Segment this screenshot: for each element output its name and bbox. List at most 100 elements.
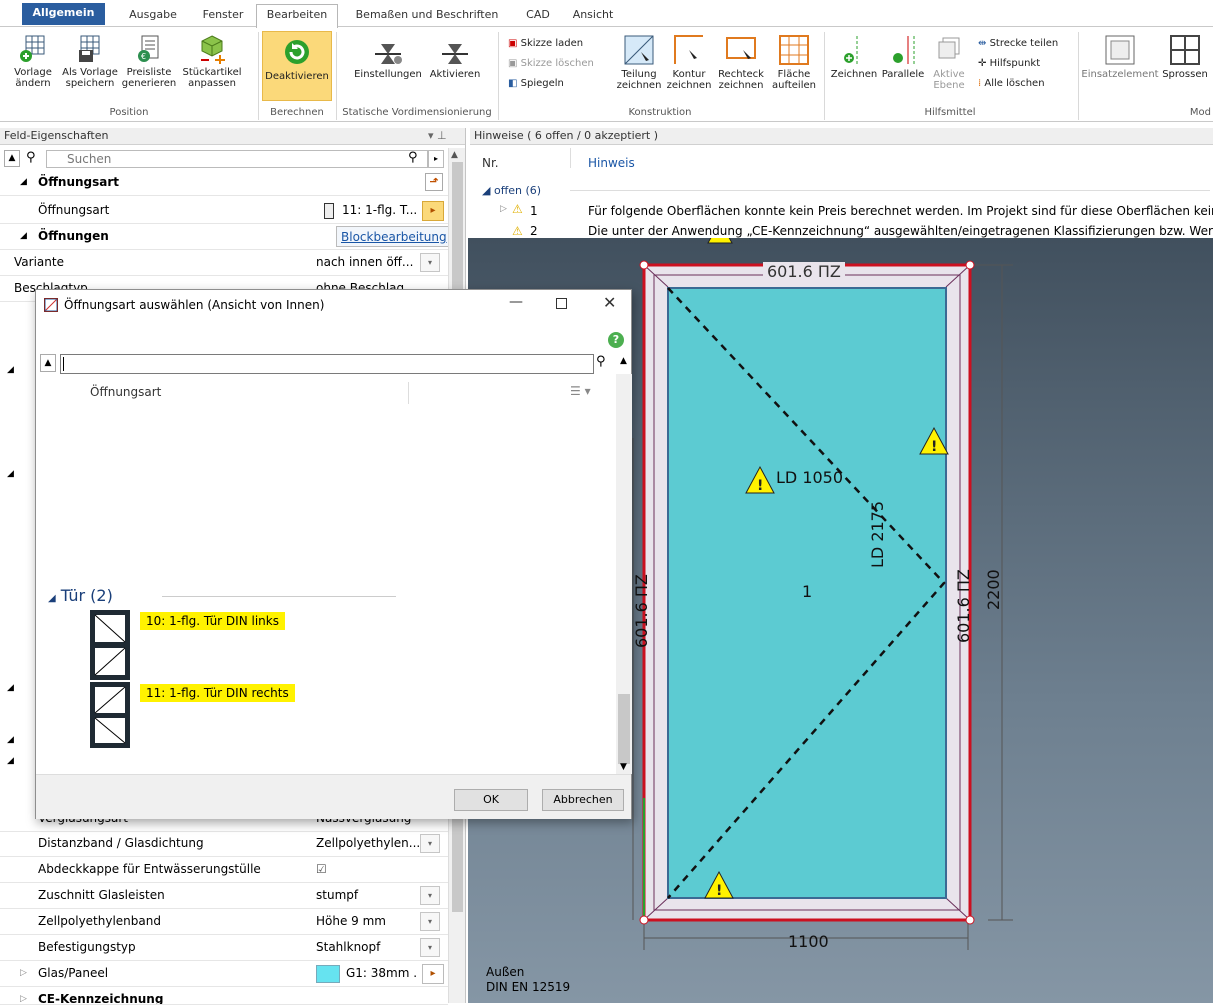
row-zellpolyethylenband: Zellpolyethylenband Höhe 9 mm ▾ [0,909,448,935]
expand-arrow-icon[interactable]: ◢ [7,365,14,375]
skizze-laden-button[interactable]: ▣ Skizze laden [508,38,598,49]
preisliste-generieren-button[interactable]: € Preisliste generieren [120,34,178,89]
group-tuer[interactable]: ◢ Tür (2) [48,586,113,605]
corner-node [965,260,975,270]
dropdown-button[interactable]: ▾ [420,938,440,957]
zeichnen-button[interactable]: Zeichnen [830,34,878,80]
blockbearbeitung-link[interactable]: Blockbearbeitung [336,226,452,247]
scroll-thumb[interactable] [618,694,630,764]
deaktivieren-button[interactable]: Deaktivieren [262,31,332,101]
column-header-nr[interactable]: Nr. [482,156,499,170]
minimize-button[interactable]: — [509,294,523,310]
category-ce[interactable]: ▷ CE-Kennzeichnung [0,987,448,1005]
column-header[interactable]: Öffnungsart [90,385,161,399]
hints-panel: Hinweise ( 6 offen / 0 akzeptiert ) Nr. … [470,128,1213,238]
static-activate-icon [442,44,468,64]
collapse-all-button[interactable]: ▲ [4,150,20,167]
list-item-selected[interactable]: 11: 1-flg. Tür DIN rechts [140,684,295,702]
filter-icon[interactable]: ⚲ [26,150,36,166]
door-left-thumb[interactable] [90,610,130,680]
scrollbar[interactable]: ▼ [616,374,632,774]
expand-arrow-icon[interactable]: ◢ [7,469,14,479]
picker-button[interactable]: ▸ [422,964,444,984]
mirror-icon: ◧ [508,78,518,89]
checkbox[interactable]: ☑ [316,857,420,882]
collapse-all-button[interactable]: ▲ [40,354,56,372]
picker-button[interactable]: ▸ [422,201,444,221]
view-options-icon[interactable]: ☰ ▾ [570,384,591,398]
tab-bearbeiten[interactable]: Bearbeiten [256,4,338,28]
door-right-thumb[interactable] [90,682,130,748]
cancel-button[interactable]: Abbrechen [542,789,624,811]
scroll-up-icon[interactable]: ▲ [620,356,627,366]
parallele-button[interactable]: Parallele [878,34,928,80]
list-item[interactable]: 10: 1-flg. Tür DIN links [140,612,285,630]
label-line: Stückartikel [182,67,242,78]
close-button[interactable]: ✕ [603,293,616,312]
vorlage-aendern-button[interactable]: Vorlage ändern [4,34,62,89]
flaeche-aufteilen-button[interactable]: Fläche aufteilen [768,34,820,91]
maximize-button[interactable] [556,298,567,309]
expand-arrow-icon[interactable]: ◢ [7,756,14,766]
tab-ausgabe[interactable]: Ausgabe [118,5,188,27]
kontur-zeichnen-button[interactable]: Kontur zeichnen [664,34,714,91]
search-icon[interactable]: ⚲ [408,150,418,165]
strecke-teilen-button[interactable]: ⇹ Strecke teilen [978,38,1078,49]
row-label: Variante [14,255,64,269]
spiegeln-button[interactable]: ◧ Spiegeln [508,78,598,89]
teilung-zeichnen-button[interactable]: Teilung zeichnen [614,34,664,91]
als-vorlage-speichern-button[interactable]: Als Vorlage speichern [62,34,118,89]
column-header-hinweis[interactable]: Hinweis [588,156,635,170]
tab-bemassen[interactable]: Bemaßen und Beschriften [348,5,506,27]
group-offen[interactable]: ◢ offen (6) [482,184,541,197]
alle-loeschen-button[interactable]: ⁞ Alle löschen [978,78,1078,89]
tab-cad[interactable]: CAD [516,5,560,27]
dropdown-button[interactable]: ▾ [420,253,440,272]
group-label-hilfsmittel: Hilfsmittel [924,107,976,118]
dropdown-button[interactable]: ▾ [420,886,440,905]
sprossen-button[interactable]: Sprossen [1160,34,1210,80]
tab-fenster[interactable]: Fenster [192,5,254,27]
label-line: Aktivieren [429,69,481,80]
row-distanzband: Distanzband / Glasdichtung Zellpolyethyl… [0,831,448,857]
search-next-button[interactable]: ▸ [428,150,444,168]
dialog-search-input[interactable] [60,354,594,374]
row-value: 11: 1-flg. T... [342,203,418,217]
category-oeffnungen[interactable]: ◢ Öffnungen Blockbearbeitung [0,224,452,250]
search-input[interactable]: Suchen [46,150,428,168]
rechteck-zeichnen-button[interactable]: Rechteck zeichnen [714,34,768,91]
collapse-arrow-icon[interactable]: ▷ [20,961,27,986]
skizze-loeschen-button[interactable]: ▣ Skizze löschen [508,58,603,69]
hint-row[interactable]: ⚠ 2 Die unter der Anwendung „CE-Kennzeic… [500,224,1213,238]
search-icon[interactable]: ⚲ [596,354,606,369]
help-icon[interactable]: ? [608,332,624,348]
svg-text:!: ! [757,478,763,494]
reset-icon[interactable]: ⬏ [425,173,443,191]
hilfspunkt-button[interactable]: ✛ Hilfspunkt [978,58,1078,69]
dim-label-ld-height: LD 2175 [868,500,887,568]
category-label: Öffnungen [38,229,109,243]
aktive-ebene-button[interactable]: Aktive Ebene [928,34,970,91]
scroll-up-icon[interactable]: ▲ [451,150,458,160]
row-label: Öffnungsart [38,203,110,217]
dropdown-button[interactable]: ▾ [420,912,440,931]
label-line: Alle löschen [984,78,1045,89]
panel-menu-icon[interactable]: ▾ ⊥ [428,128,447,144]
hint-row[interactable]: ▷ ⚠ 1 Für folgende Oberflächen konnte ke… [500,202,1213,222]
aktivieren-button[interactable]: Aktivieren [426,40,484,80]
stueckartikel-anpassen-button[interactable]: Stückartikel anpassen [180,34,244,89]
dropdown-button[interactable]: ▾ [420,834,440,853]
einstellungen-button[interactable]: Einstellungen [352,40,424,80]
scroll-down-icon[interactable]: ▼ [620,762,627,772]
label-line: Aktive [933,69,965,80]
expand-arrow-icon[interactable]: ◢ [7,683,14,693]
tab-ansicht[interactable]: Ansicht [566,5,620,27]
expand-arrow-icon[interactable]: ◢ [7,735,14,745]
category-oeffnungsart[interactable]: ◢ Öffnungsart ⬏ [0,170,448,196]
einsatzelement-button[interactable]: Einsatzelement [1080,34,1160,80]
row-label: Abdeckkappe für Entwässerungstülle [38,862,261,876]
ok-button[interactable]: OK [454,789,528,811]
tab-allgemein[interactable]: Allgemein [22,3,105,25]
template-grid-icon [20,35,45,62]
label-line: zeichnen [718,80,764,91]
